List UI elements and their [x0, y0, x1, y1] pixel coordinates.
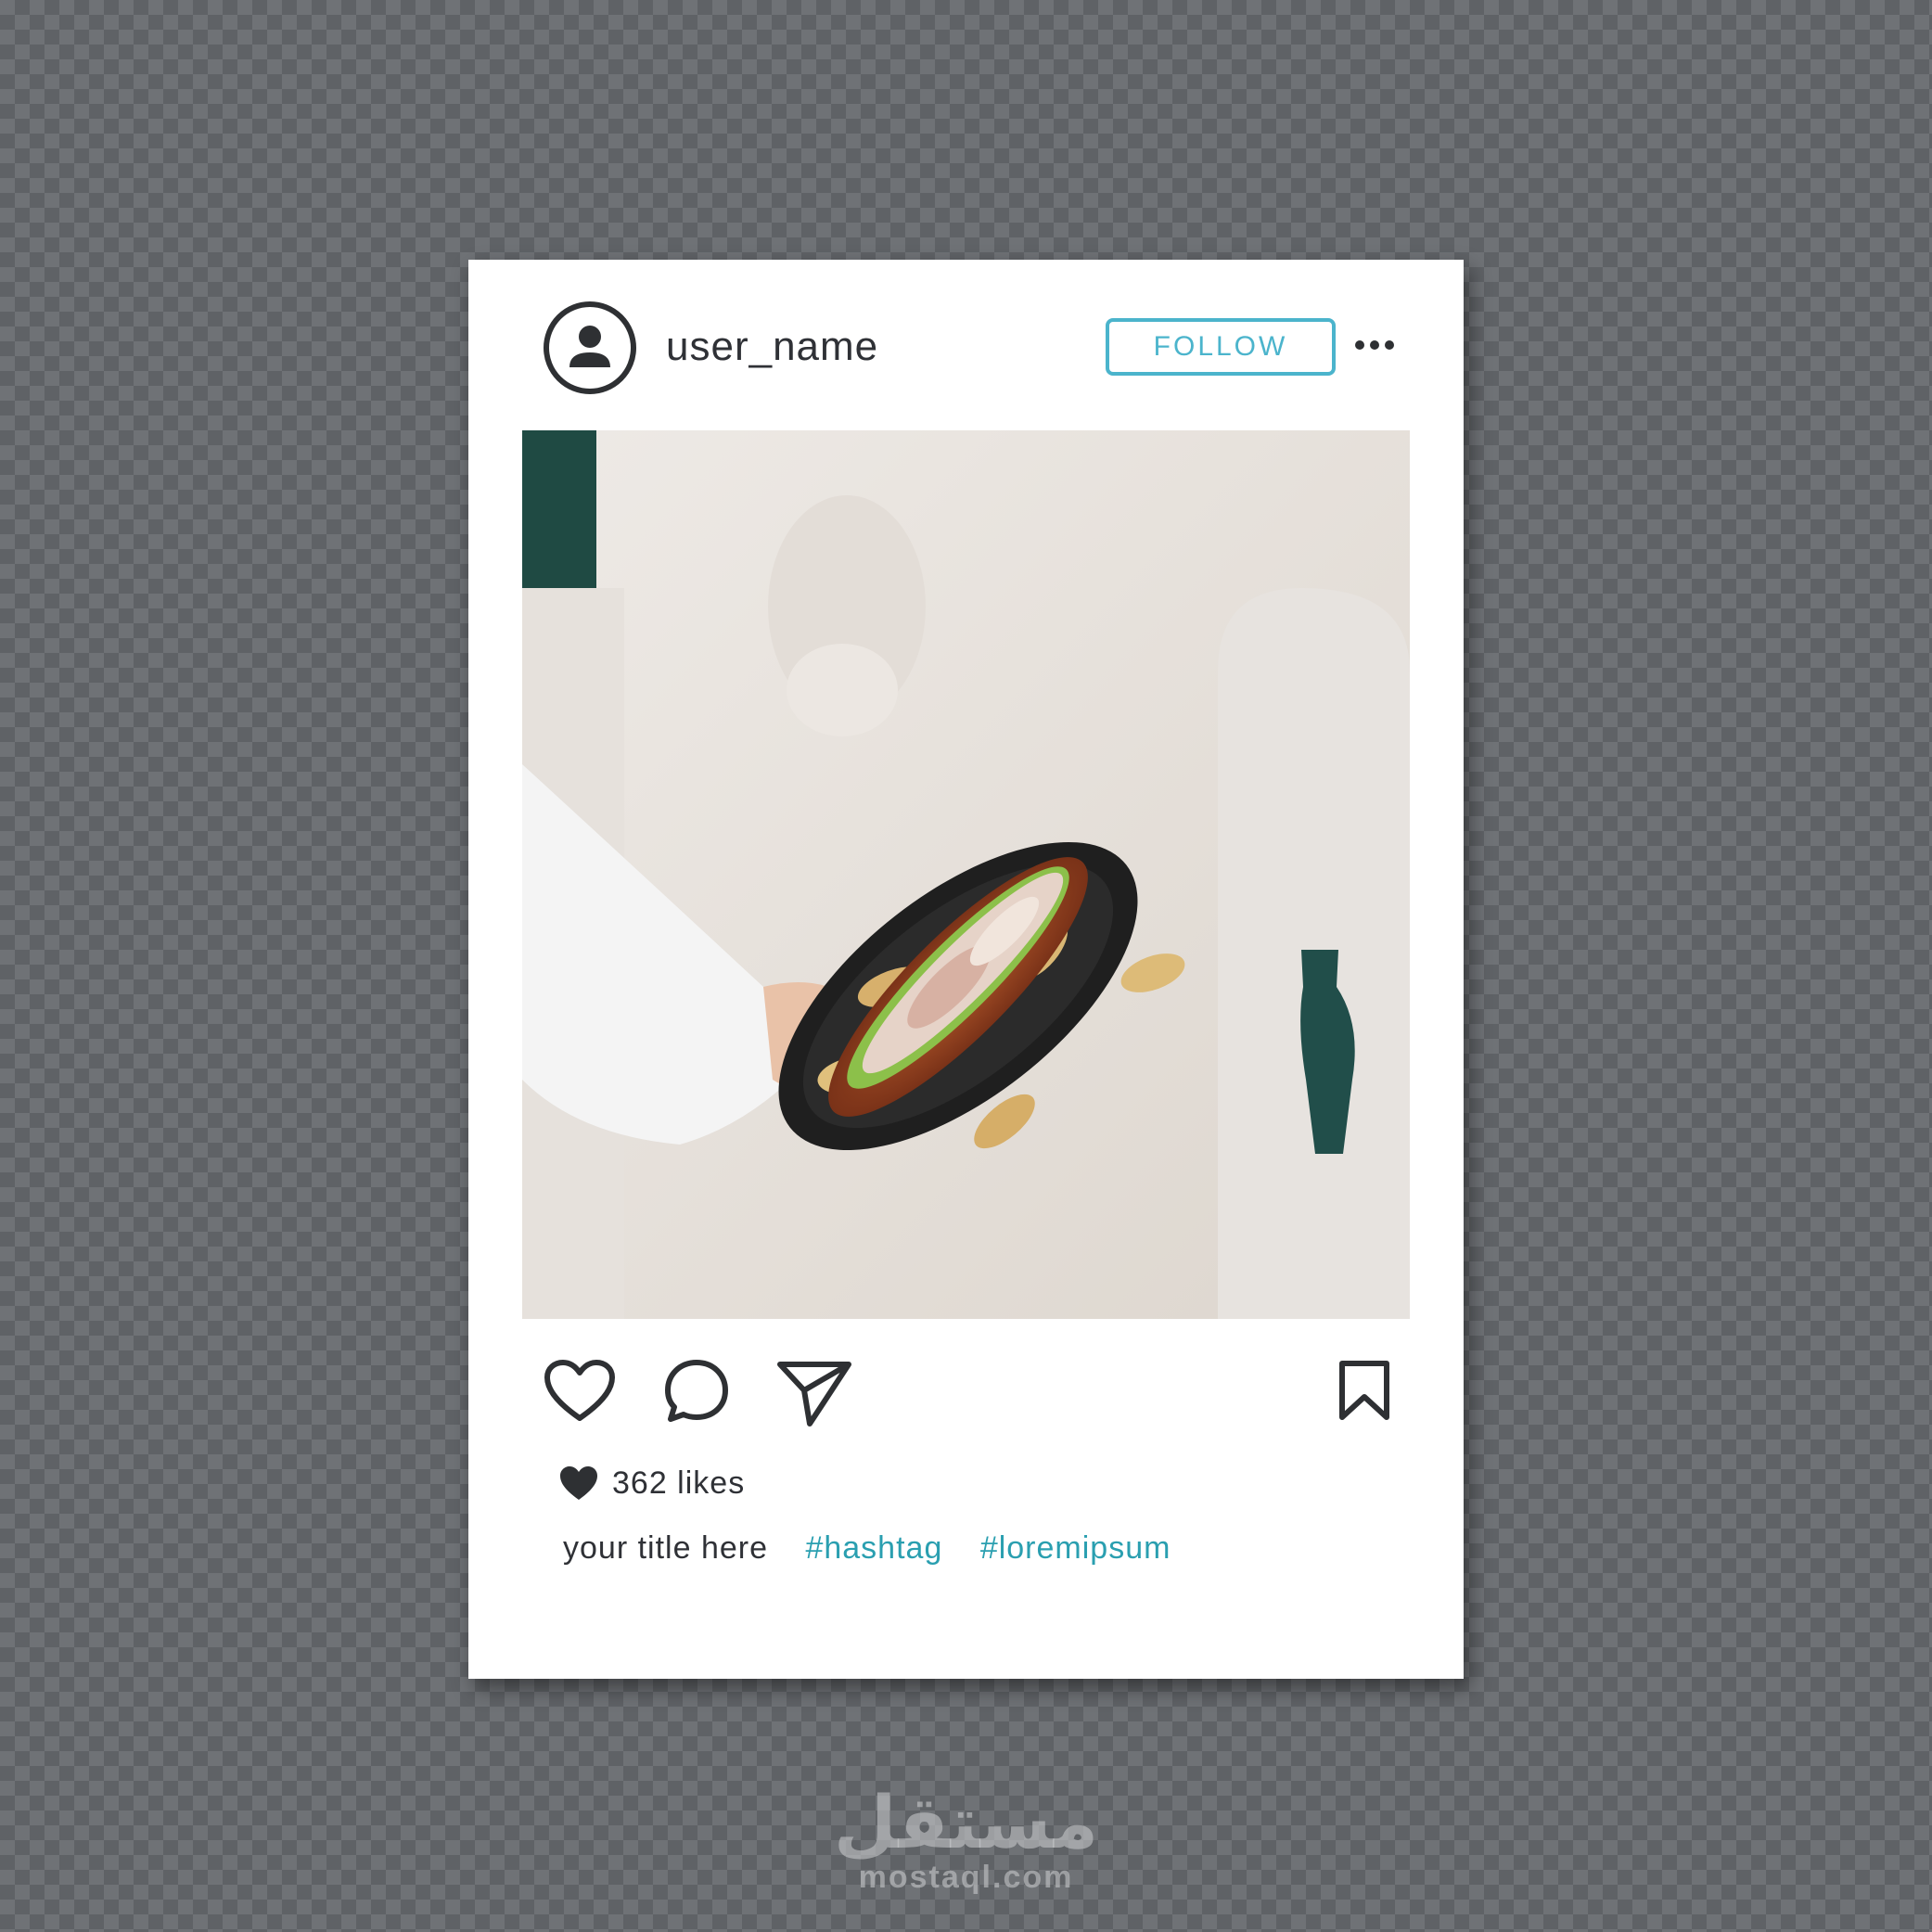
- heart-filled-icon: [560, 1466, 597, 1500]
- watermark-logo: مستقل: [833, 1782, 1099, 1863]
- watermark-url: mostaql.com: [858, 1860, 1074, 1895]
- heart-outline-icon[interactable]: [544, 1359, 616, 1424]
- avatar[interactable]: [544, 301, 636, 394]
- caption-title: your title here: [563, 1530, 768, 1566]
- more-options-icon[interactable]: [1354, 334, 1395, 356]
- username[interactable]: user_name: [666, 324, 878, 370]
- follow-button[interactable]: FOLLOW: [1106, 318, 1336, 376]
- post-card: user_name FOLLOW 362 likes your title he…: [468, 260, 1464, 1679]
- hashtag-link[interactable]: #loremipsum: [980, 1530, 1171, 1566]
- likes-count[interactable]: 362 likes: [612, 1465, 745, 1502]
- post-image[interactable]: [522, 430, 1410, 1319]
- hashtag-link[interactable]: #hashtag: [805, 1530, 942, 1566]
- bookmark-icon[interactable]: [1337, 1360, 1391, 1421]
- comment-bubble-icon[interactable]: [663, 1358, 730, 1425]
- likes-row: 362 likes: [558, 1463, 745, 1503]
- caption: your title here #hashtag #loremipsum: [563, 1530, 1171, 1567]
- user-avatar-icon: [569, 326, 610, 367]
- paper-plane-icon[interactable]: [776, 1359, 852, 1427]
